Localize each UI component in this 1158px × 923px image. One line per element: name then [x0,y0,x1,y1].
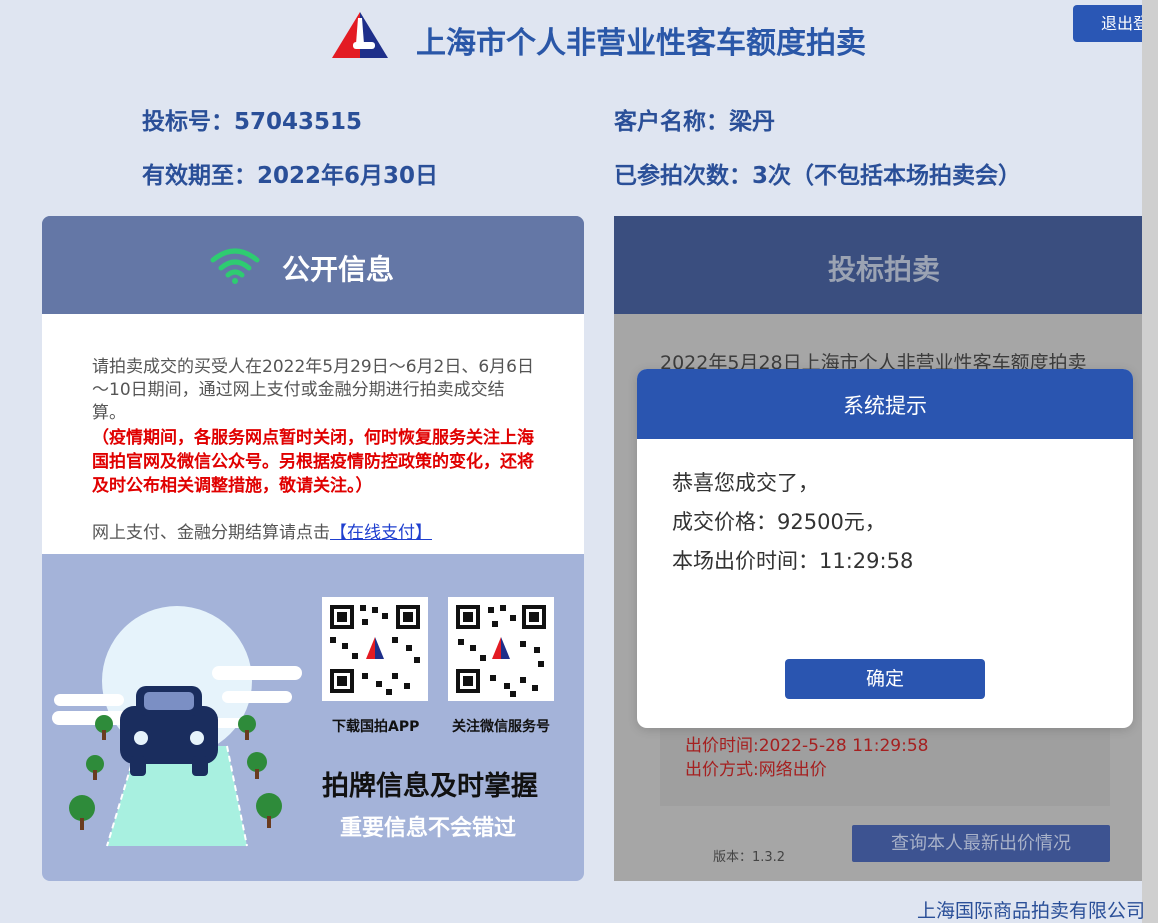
auction-count-row: 已参拍次数：3次（不包括本场拍卖会） [614,156,1021,190]
wechat-qr-label: 关注微信服务号 [452,719,550,735]
scrollbar[interactable] [1142,0,1158,923]
bid-time-summary: 本场出价时间：11:29:58 [672,549,914,573]
auction-count-value: 3次（不包括本场拍卖会） [752,163,1022,189]
auction-logo [332,12,388,58]
public-info-panel: 公开信息 请拍卖成交的买受人在2022年5月29日～6月2日、6月6日～10日期… [42,216,584,881]
car-illustration [52,596,322,856]
bid-number-label: 投标号： [142,109,234,135]
query-latest-bid-button[interactable]: 查询本人最新出价情况 [852,825,1110,862]
wifi-icon [210,246,260,284]
public-info-title: 公开信息 [282,253,395,286]
bidding-header: 投标拍卖 [614,216,1144,314]
app-qr-code [322,597,428,701]
payment-line: 网上支付、金融分期结算请点击【在线支付】 [92,522,537,545]
dialog-header: 系统提示 [637,369,1133,439]
bid-method-text: 出价方式:网络出价 [685,760,827,780]
bid-time-text: 出价时间:2022-5-28 11:29:58 [685,736,929,756]
bidding-title: 投标拍卖 [828,253,941,286]
valid-until-label: 有效期至： [142,163,257,189]
version-label: 版本：1.3.2 [713,850,786,865]
system-alert-dialog: 系统提示 恭喜您成交了， 成交价格：92500元， 本场出价时间：11:29:5… [637,369,1133,728]
bid-number-value: 57043515 [234,109,363,135]
auction-count-label: 已参拍次数： [614,163,752,189]
footer-company: 上海国际商品拍卖有限公司 [917,900,1146,922]
valid-until-value: 2022年6月30日 [257,163,439,189]
payment-text: 网上支付、金融分期结算请点击 [92,523,330,543]
customer-name-row: 客户名称：梁丹 [614,102,775,136]
customer-name-label: 客户名称： [614,109,729,135]
bid-number-row: 投标号：57043515 [142,102,362,136]
valid-until-row: 有效期至：2022年6月30日 [142,156,438,190]
customer-name-value: 梁丹 [729,109,775,135]
page-title: 上海市个人非营业性客车额度拍卖 [416,26,866,61]
dialog-title: 系统提示 [843,394,927,418]
deal-price-text: 成交价格：92500元， [672,510,886,534]
success-message: 恭喜您成交了， [672,471,819,495]
public-info-header: 公开信息 [42,216,584,314]
wechat-qr-code [448,597,554,701]
settlement-text: 请拍卖成交的买受人在2022年5月29日～6月2日、6月6日～10日期间，通过网… [92,357,534,423]
confirm-button[interactable]: 确定 [785,659,985,699]
online-payment-link[interactable]: 【在线支付】 [330,523,432,543]
app-qr-label: 下载国拍APP [332,719,420,735]
promo-headline: 拍牌信息及时掌握 [322,771,538,802]
promo-subline: 重要信息不会错过 [340,816,517,841]
public-info-body: 请拍卖成交的买受人在2022年5月29日～6月2日、6月6日～10日期间，通过网… [42,314,584,554]
epidemic-notice: （疫情期间，各服务网点暂时关闭，何时恢复服务关注上海国拍官网及微信公众号。另根据… [92,428,534,496]
